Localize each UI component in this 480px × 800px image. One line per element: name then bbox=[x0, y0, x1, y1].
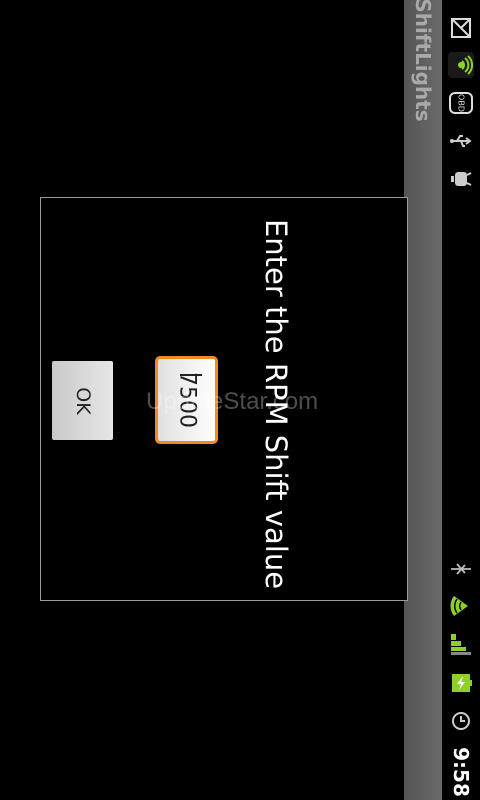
wifi-icon bbox=[448, 593, 474, 619]
ok-button-label: OK bbox=[71, 386, 94, 415]
android-debug-icon bbox=[448, 166, 474, 192]
status-time: 9:58 bbox=[449, 747, 473, 797]
usb-icon bbox=[448, 128, 474, 154]
gmail-icon bbox=[448, 15, 474, 41]
ok-button[interactable]: OK bbox=[52, 361, 113, 440]
watermark: UpdateStar.com bbox=[146, 388, 319, 415]
signal-app-icon bbox=[448, 52, 474, 78]
app-title: ShiftLights bbox=[411, 0, 435, 122]
alarm-icon bbox=[448, 708, 474, 734]
bluetooth-icon bbox=[448, 556, 474, 582]
cell-signal-icon bbox=[448, 631, 474, 657]
obd-label: OBD bbox=[457, 94, 466, 112]
obd-icon: OBD bbox=[448, 90, 474, 116]
battery-charging-icon bbox=[448, 670, 474, 696]
status-bar: OBD 9:58 bbox=[442, 0, 480, 800]
app-title-bar: ShiftLights bbox=[404, 0, 442, 800]
